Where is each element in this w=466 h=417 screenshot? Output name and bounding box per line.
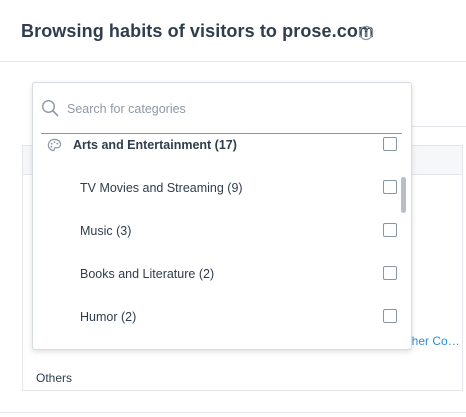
category-checkbox[interactable] [383,223,397,237]
info-circle-icon[interactable] [358,25,374,41]
category-checkbox[interactable] [383,137,397,151]
category-checkbox[interactable] [383,266,397,280]
widget-header: Browsing habits of visitors to prose.com [0,0,466,62]
category-item-tv-movies-and-streaming[interactable]: TV Movies and Streaming (9) [33,179,403,199]
category-item-label: Music (3) [80,224,132,238]
category-dropdown: Arts and Entertainment (17) TV Movies an… [32,82,412,350]
others-label: Others [36,371,73,385]
page-title: Browsing habits of visitors to prose.com [21,21,375,41]
palette-icon [47,138,62,151]
scrollbar-thumb[interactable] [401,177,406,213]
category-item-label: Books and Literature (2) [80,267,215,281]
category-item-label: Humor (2) [80,310,137,324]
search-box [41,97,402,134]
category-item-music[interactable]: Music (3) [33,222,403,242]
category-item-label: Arts and Entertainment (17) [73,138,237,152]
category-checkbox[interactable] [383,180,397,194]
category-item-books-and-literature[interactable]: Books and Literature (2) [33,265,403,285]
search-icon [41,99,59,117]
search-input[interactable] [67,99,387,119]
category-item-humor[interactable]: Humor (2) [33,308,403,328]
category-checkbox[interactable] [383,309,397,323]
category-item-label: TV Movies and Streaming (9) [80,181,243,195]
bottom-divider [0,412,466,413]
category-item-arts-and-entertainment[interactable]: Arts and Entertainment (17) [33,136,403,156]
